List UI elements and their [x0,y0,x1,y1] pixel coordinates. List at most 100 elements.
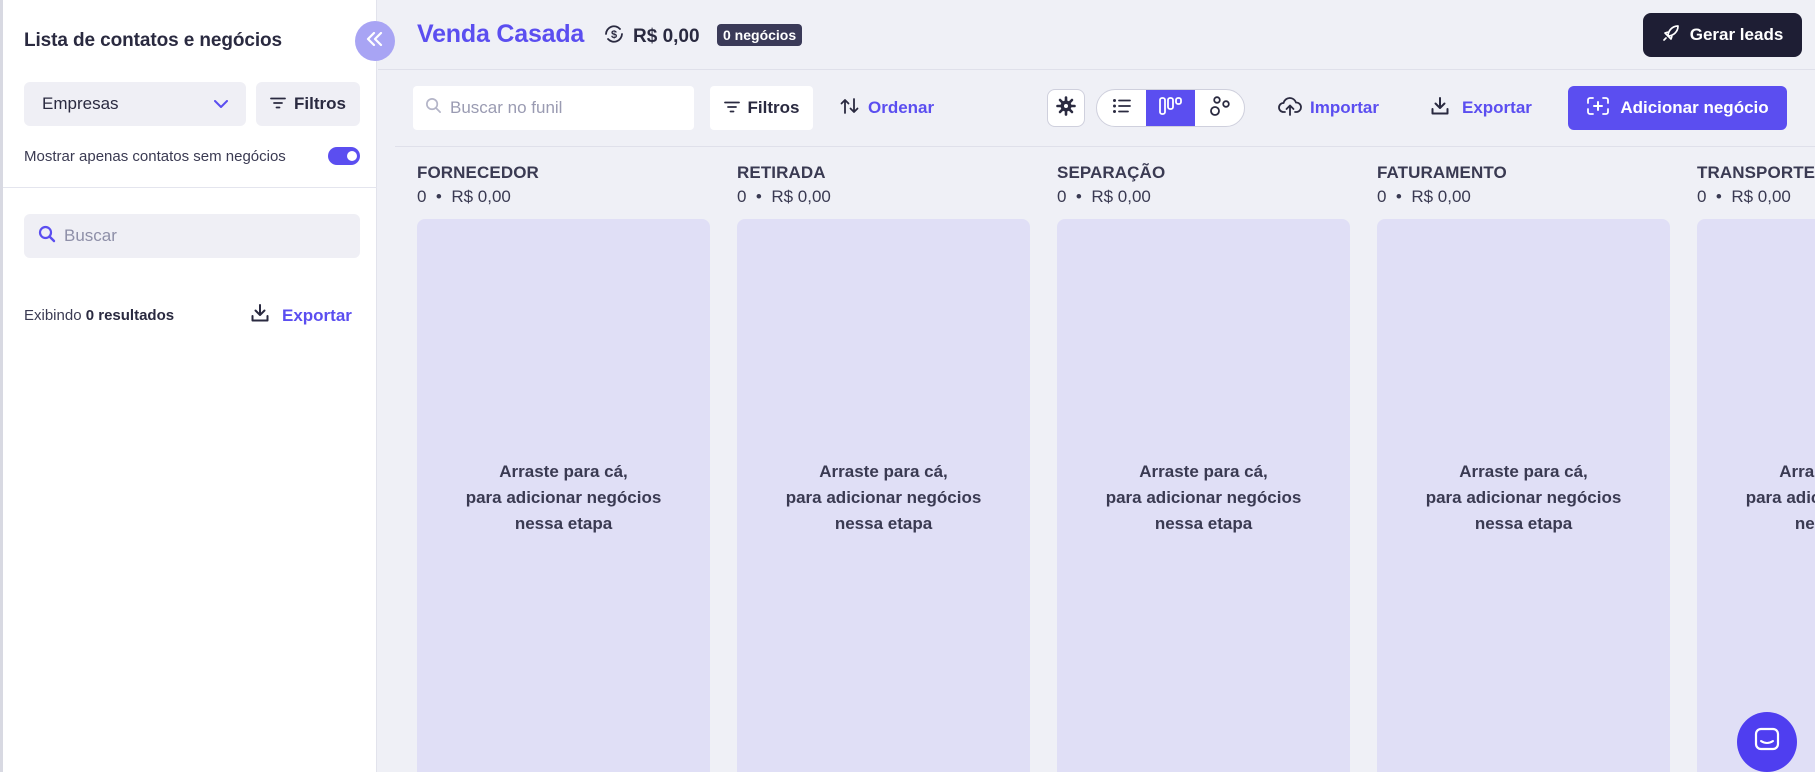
dropzone-hint: Arraste para cá, para adicionar negócios… [737,459,1030,537]
sidebar-filter-label: Filtros [294,94,346,113]
import-button[interactable]: Importar [1278,86,1379,130]
sidebar-export-button[interactable]: Exportar [250,303,352,328]
rocket-icon [1662,24,1680,47]
stage-name[interactable]: FORNECEDOR [417,163,539,183]
chevron-down-icon [214,94,228,114]
funnel-total-value: $ R$ 0,00 [603,24,700,50]
sidebar-title: Lista de contatos e negócios [24,30,282,51]
kanban-board: FORNECEDOR 0 • R$ 0,00 Arraste para cá, … [378,147,1815,772]
entity-type-value: Empresas [42,94,119,113]
sidebar-export-label: Exportar [282,305,352,325]
stage-summary: 0 • R$ 0,00 [1057,187,1151,206]
dropzone-hint: Arraste para cá, para adicionar negócios… [417,459,710,537]
list-view-button[interactable] [1097,90,1146,126]
stage-name[interactable]: RETIRADA [737,163,826,183]
stage-dropzone[interactable]: Arraste para cá, para adicionar negócios… [1057,219,1350,772]
stage-dropzone[interactable]: Arraste para cá, para adicionar negócios… [1697,219,1815,772]
double-chevron-left-icon [366,31,384,51]
download-icon [1430,96,1450,121]
sidebar-divider [3,187,377,188]
stage-value: R$ 0,00 [1731,187,1791,206]
results-summary: Exibindo 0 resultados [24,307,174,324]
sidebar-search-input[interactable] [64,226,344,246]
entity-type-select[interactable]: Empresas [24,82,246,126]
svg-text:$: $ [611,29,617,41]
funnel-header: Venda Casada $ R$ 0,00 0 negócios Gerar … [378,0,1815,70]
funnel-filter-button[interactable]: Filtros [710,86,813,130]
deals-count-badge: 0 negócios [717,24,803,46]
dropzone-hint: Arraste para cá, para adicionar negócios… [1057,459,1350,537]
dropzone-hint-line: nessa etapa [1794,514,1815,533]
graph-view-button[interactable] [1195,90,1244,126]
results-prefix: Exibindo [24,307,82,324]
collapse-sidebar-button[interactable] [355,21,395,61]
stage-value: R$ 0,00 [1091,187,1151,206]
funnel-settings-button[interactable] [1047,89,1085,127]
filter-icon [723,98,740,118]
stage-dropzone[interactable]: Arraste para cá, para adicionar negócios… [1377,219,1670,772]
stage-summary: 0 • R$ 0,00 [1697,187,1791,206]
nodes-icon [1209,95,1231,122]
funnel-export-label: Exportar [1462,98,1532,117]
funnel-filter-label: Filtros [747,98,800,117]
dropzone-hint-line: nessa etapa [834,514,933,533]
stage-dropzone[interactable]: Arraste para cá, para adicionar negócios… [737,219,1030,772]
import-label: Importar [1310,98,1379,117]
dropzone-hint-line: nessa etapa [1474,514,1573,533]
stage-count: 0 [1377,187,1387,206]
dropzone-hint-line: para adicionar negócios [1425,488,1622,507]
sort-label: Ordenar [868,98,935,117]
stage-value: R$ 0,00 [451,187,511,206]
generate-leads-button[interactable]: Gerar leads [1643,13,1802,57]
no-deals-toggle[interactable] [328,147,360,165]
stage-summary: 0 • R$ 0,00 [737,187,831,206]
funnel-total-amount: R$ 0,00 [633,26,700,47]
dropzone-hint-line: Arraste para cá, [1459,462,1588,481]
stage-name[interactable]: TRANSPORTES [1697,163,1815,183]
search-icon [425,97,442,119]
support-chat-button[interactable] [1737,712,1797,772]
dropzone-hint-line: para adicionar negócios [1105,488,1302,507]
no-deals-toggle-row: Mostrar apenas contatos sem negócios [24,147,360,165]
stage-count: 0 [417,187,427,206]
filter-icon [270,94,286,114]
funnel-export-button[interactable]: Exportar [1430,86,1532,130]
dropzone-hint: Arraste para cá, para adicionar negócios… [1377,459,1670,537]
funnel-toolbar: Filtros Ordenar [378,86,1815,130]
dropzone-hint-line: Arraste para cá, [1139,462,1268,481]
sidebar-search [24,214,360,258]
sort-button[interactable]: Ordenar [840,86,934,130]
dropzone-hint-line: para adicionar negócios [785,488,982,507]
view-switcher [1096,89,1245,127]
stage-dropzone[interactable]: Arraste para cá, para adicionar negócios… [417,219,710,772]
stage-value: R$ 0,00 [771,187,831,206]
dropzone-hint-line: Arraste para cá, [499,462,628,481]
kanban-view-button[interactable] [1146,90,1195,126]
stage-summary: 0 • R$ 0,00 [1377,187,1471,206]
funnel-title[interactable]: Venda Casada [417,20,584,49]
list-icon [1112,98,1132,119]
download-icon [250,303,270,328]
sort-arrows-icon [840,97,860,119]
dropzone-hint-line: nessa etapa [1154,514,1253,533]
stage-name[interactable]: SEPARAÇÃO [1057,163,1165,183]
dropzone-hint-line: Arraste para cá, [1779,462,1815,481]
search-icon [38,225,56,248]
contacts-sidebar: Lista de contatos e negócios Empresas Fi… [0,0,377,772]
stage-name[interactable]: FATURAMENTO [1377,163,1507,183]
generate-leads-label: Gerar leads [1689,25,1784,44]
gear-icon [1056,95,1076,121]
sidebar-filter-button[interactable]: Filtros [256,82,360,126]
add-deal-label: Adicionar negócio [1620,98,1769,117]
dropzone-hint-line: para adicionar negócios [465,488,662,507]
no-deals-toggle-label: Mostrar apenas contatos sem negócios [24,147,286,165]
dropzone-hint-line: para adicionar negócios [1745,488,1815,507]
add-deal-button[interactable]: Adicionar negócio [1568,86,1787,130]
dropzone-hint-line: Arraste para cá, [819,462,948,481]
stage-count: 0 [1057,187,1067,206]
dropzone-hint: Arraste para cá, para adicionar negócios… [1697,459,1815,537]
chat-icon [1753,726,1781,759]
stage-count: 0 [1697,187,1707,206]
funnel-search-input[interactable] [450,98,682,118]
stage-value: R$ 0,00 [1411,187,1471,206]
